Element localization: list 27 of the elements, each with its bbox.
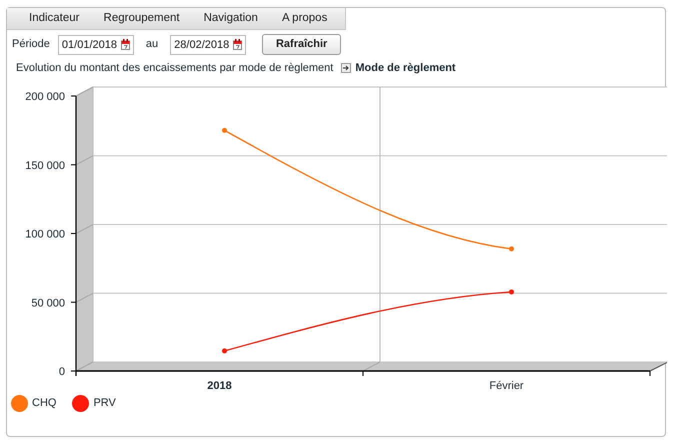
x-axis-label: 2018 (207, 380, 232, 389)
data-point (509, 289, 514, 294)
menu-item[interactable]: A propos (270, 8, 340, 29)
chart-title: Evolution du montant des encaissements par mode de règlement (16, 60, 334, 76)
y-axis-label: 100 000 (25, 228, 65, 240)
data-point (222, 348, 227, 354)
refresh-button[interactable]: Rafraîchir (262, 34, 342, 55)
y-axis-label: 50 000 (31, 297, 65, 310)
menu-item[interactable]: Regroupement (92, 8, 192, 29)
arrow-icon[interactable] (341, 63, 352, 73)
y-axis-label: 0 (58, 366, 65, 378)
calendar-icon[interactable] (233, 38, 242, 50)
dimension-link[interactable]: Mode de règlement (355, 60, 456, 76)
calendar-icon[interactable] (120, 38, 130, 50)
legend-label: PRV (93, 396, 116, 412)
date-field[interactable]: 01/01/2018 (58, 34, 134, 54)
y-axis-label: 150 000 (25, 160, 65, 172)
range-separator: au (146, 37, 158, 52)
legend-label: CHQ (32, 396, 56, 412)
data-point (222, 128, 227, 133)
menu-item[interactable]: Navigation (192, 8, 270, 29)
data-point (509, 246, 514, 252)
period-label: Période (12, 37, 50, 52)
menu-item[interactable]: Indicateur (17, 8, 92, 29)
y-axis-label: 200 000 (25, 91, 65, 103)
date-field[interactable]: 28/02/2018 (170, 34, 246, 54)
x-axis-label: Février (489, 380, 524, 389)
